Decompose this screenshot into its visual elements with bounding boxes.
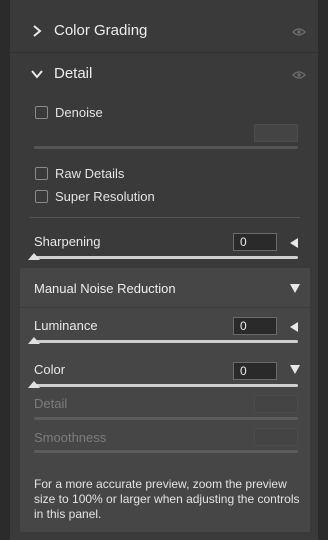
manual-noise-reduction-title: Manual Noise Reduction bbox=[34, 281, 176, 296]
detail-header[interactable]: Detail bbox=[10, 53, 318, 95]
sharpening-value-field[interactable]: 0 bbox=[233, 233, 277, 251]
eye-icon[interactable] bbox=[292, 70, 306, 80]
super-resolution-label: Super Resolution bbox=[55, 189, 155, 204]
nr-detail-value-field bbox=[254, 395, 298, 413]
raw-details-label: Raw Details bbox=[55, 166, 125, 181]
preview-note: For a more accurate preview, zoom the pr… bbox=[34, 477, 300, 521]
eye-icon[interactable] bbox=[292, 27, 306, 37]
smoothness-value-field bbox=[254, 428, 298, 446]
chevron-right-icon bbox=[33, 25, 42, 37]
luminance-value-field[interactable]: 0 bbox=[233, 317, 277, 335]
luminance-reset-arrow-icon[interactable] bbox=[290, 322, 298, 332]
denoise-label: Denoise bbox=[55, 105, 103, 120]
mnr-divider bbox=[20, 307, 310, 308]
detail-title: Detail bbox=[54, 65, 93, 82]
denoise-track bbox=[34, 146, 298, 149]
denoise-checkbox[interactable] bbox=[35, 106, 48, 119]
smoothness-track bbox=[34, 450, 298, 453]
chevron-down-icon bbox=[31, 70, 43, 79]
detail-divider bbox=[30, 217, 300, 218]
color-grading-header[interactable]: Color Grading bbox=[10, 10, 318, 52]
denoise-value-field bbox=[254, 124, 298, 142]
luminance-label: Luminance bbox=[34, 318, 98, 333]
super-resolution-checkbox[interactable] bbox=[35, 190, 48, 203]
luminance-thumb[interactable] bbox=[28, 337, 40, 344]
smoothness-label: Smoothness bbox=[34, 430, 107, 445]
manual-noise-reduction-toggle-icon[interactable] bbox=[290, 284, 300, 293]
color-value-field[interactable]: 0 bbox=[233, 362, 277, 380]
luminance-track[interactable] bbox=[34, 340, 298, 343]
sharpening-thumb[interactable] bbox=[28, 253, 40, 260]
sharpening-reset-arrow-icon[interactable] bbox=[290, 238, 298, 248]
sharpening-label: Sharpening bbox=[34, 234, 101, 249]
color-label: Color bbox=[34, 362, 66, 377]
raw-details-checkbox[interactable] bbox=[35, 167, 48, 180]
color-track[interactable] bbox=[34, 384, 298, 387]
sharpening-track[interactable] bbox=[34, 256, 298, 259]
nr-detail-label: Detail bbox=[34, 396, 68, 411]
nr-detail-track bbox=[34, 417, 298, 420]
color-grading-title: Color Grading bbox=[54, 22, 148, 39]
color-expand-icon[interactable] bbox=[290, 365, 300, 374]
color-thumb[interactable] bbox=[28, 381, 40, 388]
